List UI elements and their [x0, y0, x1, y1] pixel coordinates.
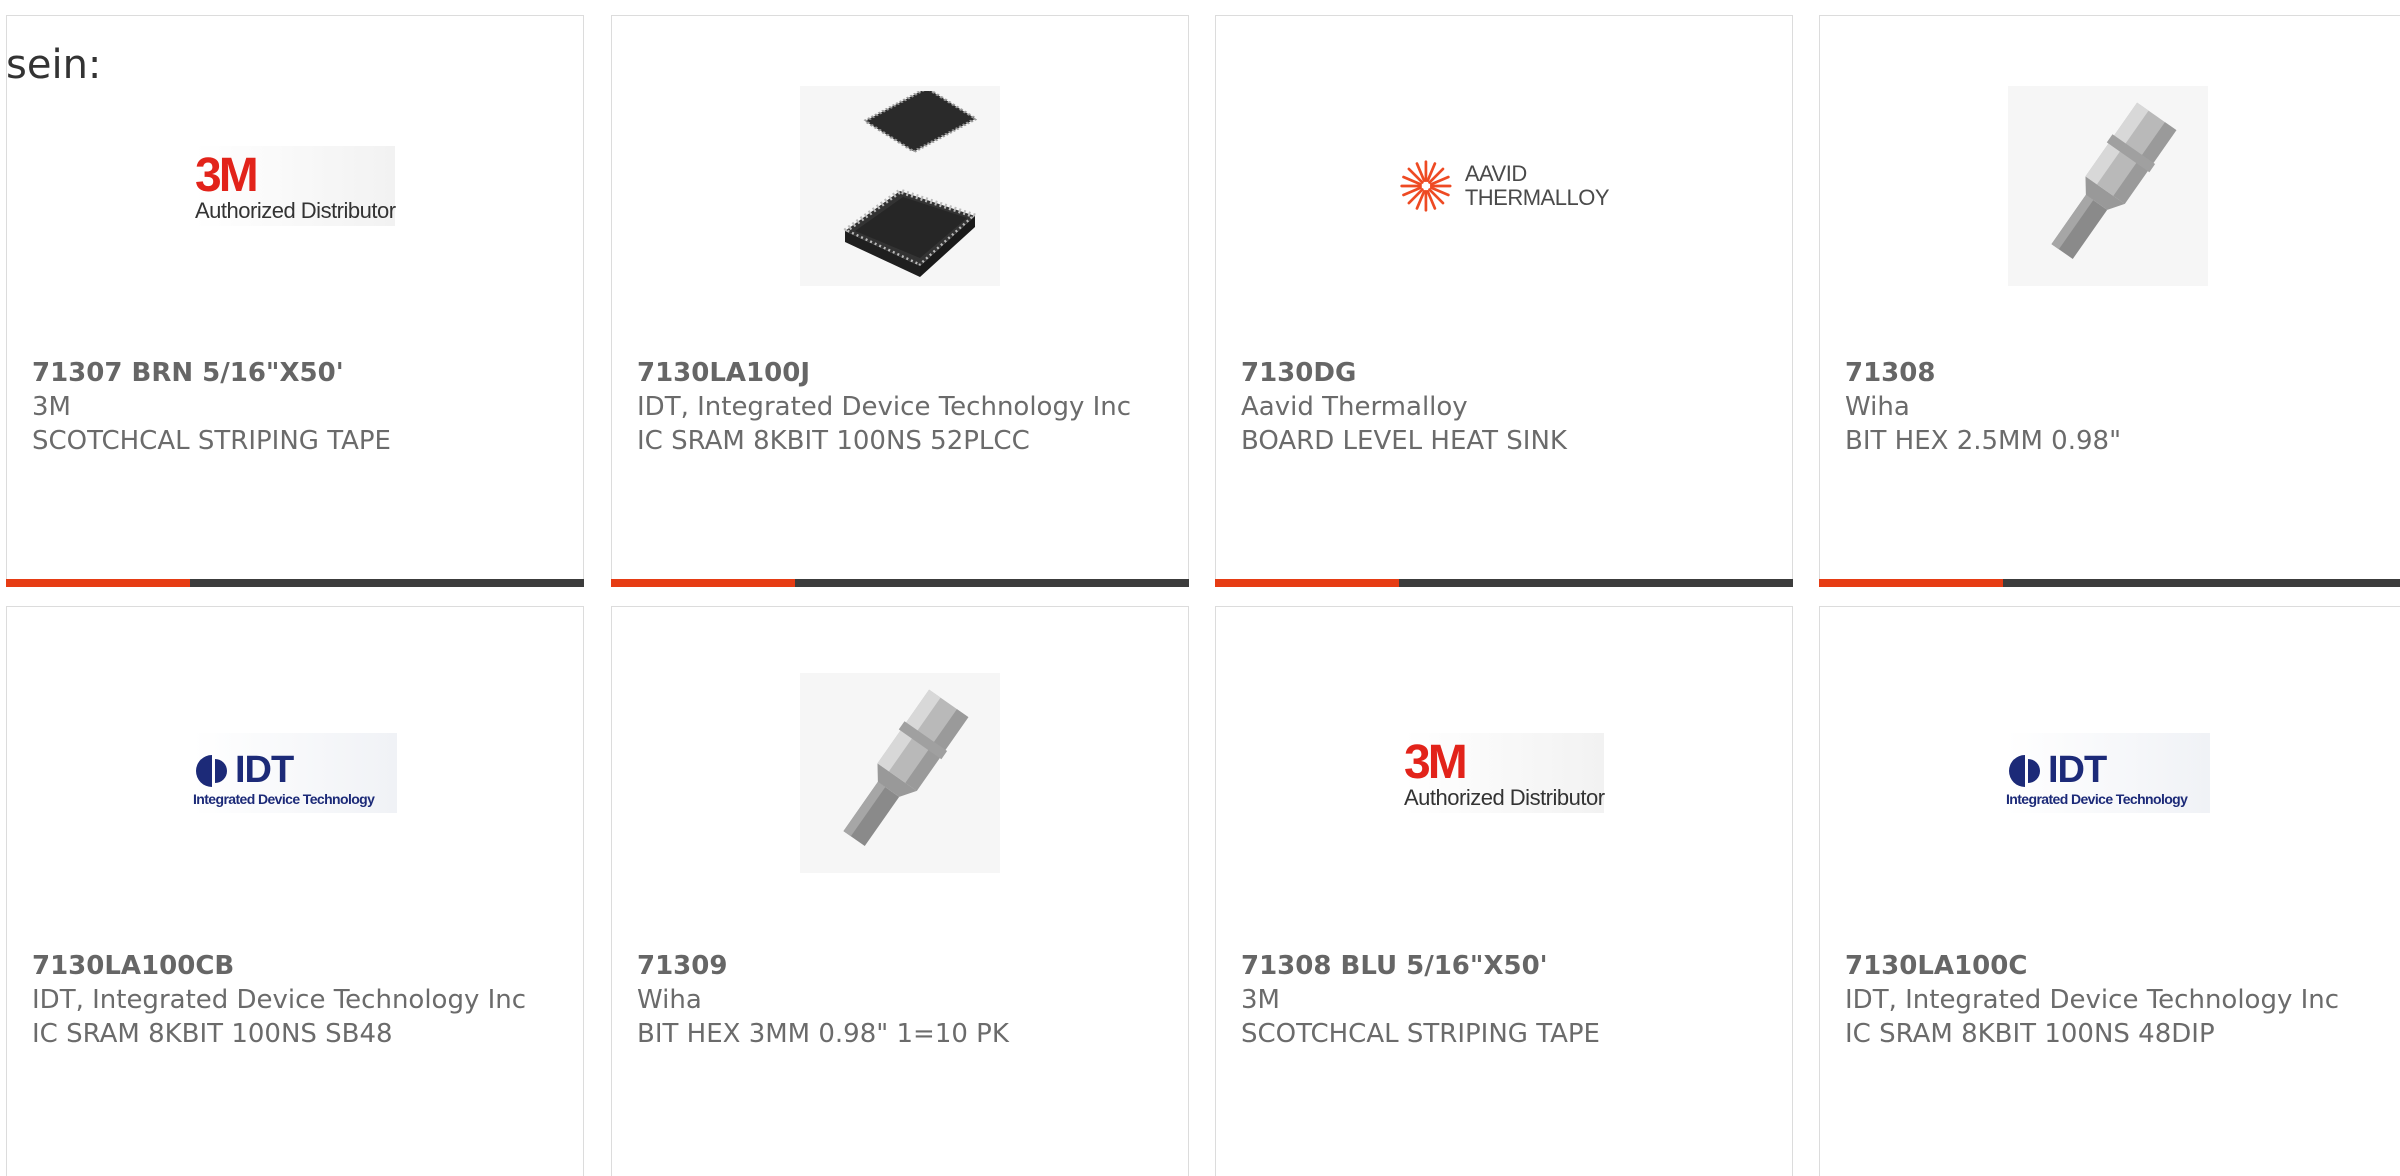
description: IC SRAM 8KBIT 100NS SB48 [32, 1019, 393, 1049]
description: IC SRAM 8KBIT 100NS 52PLCC [637, 426, 1030, 456]
part-number[interactable]: 7130LA100C [1845, 949, 2388, 983]
product-image[interactable] [612, 86, 1188, 286]
product-image[interactable]: AAVID THERMALLOY [1216, 86, 1792, 286]
card-bottom-bar [1215, 579, 1793, 587]
aavid-thermalloy-logo: AAVID THERMALLOY [1399, 151, 1610, 221]
product-image[interactable] [1820, 86, 2396, 286]
product-card[interactable]: IDT Integrated Device Technology 7130LA1… [1819, 606, 2400, 1176]
manufacturer: Aavid Thermalloy [1241, 392, 1468, 422]
card-bottom-bar [611, 579, 1189, 587]
product-image[interactable]: IDT Integrated Device Technology [1820, 673, 2396, 873]
idt-logo: IDT Integrated Device Technology [193, 733, 397, 813]
product-card[interactable]: 71309 Wiha BIT HEX 3MM 0.98" 1=10 PK [611, 606, 1189, 1176]
manufacturer: Wiha [637, 985, 702, 1015]
part-number[interactable]: 71309 [637, 949, 1168, 983]
idt-logo: IDT Integrated Device Technology [2006, 733, 2210, 813]
description: BIT HEX 3MM 0.98" 1=10 PK [637, 1019, 1009, 1049]
part-number[interactable]: 7130LA100CB [32, 949, 563, 983]
manufacturer: IDT, Integrated Device Technology Inc [637, 392, 1132, 422]
product-card[interactable]: 71308 Wiha BIT HEX 2.5MM 0.98" [1819, 15, 2400, 587]
product-card[interactable]: IDT Integrated Device Technology 7130LA1… [6, 606, 584, 1176]
card-bottom-bar [1819, 579, 2400, 587]
description: BOARD LEVEL HEAT SINK [1241, 426, 1567, 456]
product-image[interactable]: 3M Authorized Distributor [1216, 673, 1792, 873]
manufacturer: IDT, Integrated Device Technology Inc [1845, 985, 2340, 1015]
3m-logo: 3M Authorized Distributor [195, 146, 396, 226]
manufacturer: Wiha [1845, 392, 1910, 422]
description: SCOTCHCAL STRIPING TAPE [1241, 1019, 1600, 1049]
product-card[interactable]: AAVID THERMALLOY 7130DG Aavid Thermalloy… [1215, 15, 1793, 587]
description: IC SRAM 8KBIT 100NS 48DIP [1845, 1019, 2215, 1049]
description: BIT HEX 2.5MM 0.98" [1845, 426, 2122, 456]
product-card[interactable]: 3M Authorized Distributor 71308 BLU 5/16… [1215, 606, 1793, 1176]
part-number[interactable]: 7130LA100J [637, 356, 1168, 390]
product-image[interactable]: 3M Authorized Distributor [7, 86, 583, 286]
overlay-text: sein: [6, 42, 102, 88]
part-number[interactable]: 71308 BLU 5/16"X50' [1241, 949, 1772, 983]
manufacturer: 3M [32, 392, 71, 422]
card-bottom-bar [6, 579, 584, 587]
hex-bit-photo [2008, 86, 2208, 286]
product-card[interactable]: 3M Authorized Distributor 71307 BRN 5/16… [6, 15, 584, 587]
part-number[interactable]: 71307 BRN 5/16"X50' [32, 356, 563, 390]
product-image[interactable]: IDT Integrated Device Technology [7, 673, 583, 873]
3m-logo: 3M Authorized Distributor [1404, 733, 1605, 813]
part-number[interactable]: 71308 [1845, 356, 2388, 390]
manufacturer: 3M [1241, 985, 1280, 1015]
plcc-chip-photo [800, 86, 1000, 286]
product-card[interactable]: 7130LA100J IDT, Integrated Device Techno… [611, 15, 1189, 587]
product-image[interactable] [612, 673, 1188, 873]
manufacturer: IDT, Integrated Device Technology Inc [32, 985, 527, 1015]
description: SCOTCHCAL STRIPING TAPE [32, 426, 391, 456]
part-number[interactable]: 7130DG [1241, 356, 1772, 390]
hex-bit-photo [800, 673, 1000, 873]
